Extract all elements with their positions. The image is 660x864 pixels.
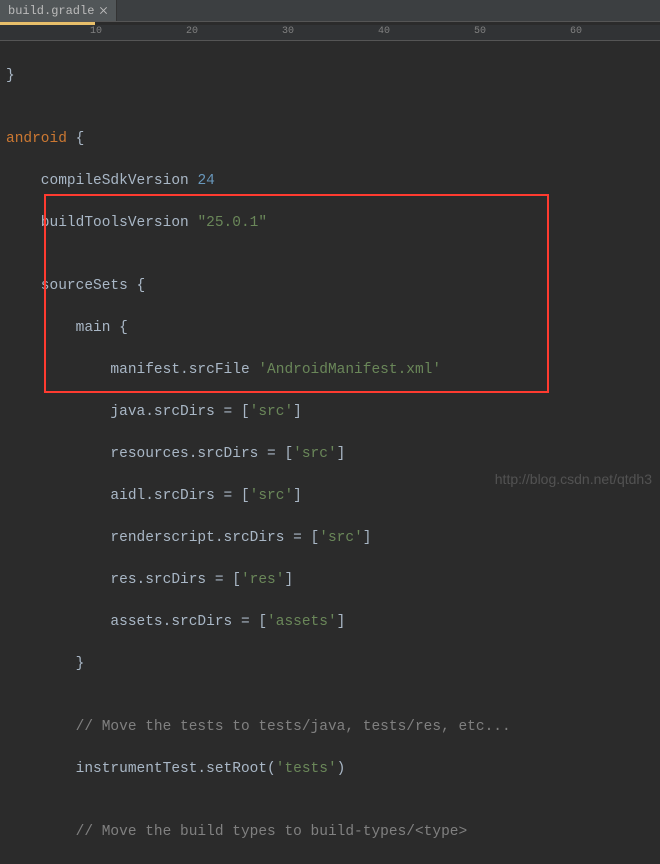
tab-filename: build.gradle: [8, 4, 94, 18]
ruler-mark: 50: [474, 26, 486, 37]
code-line: compileSdkVersion 24: [6, 171, 660, 192]
code-line: instrumentTest.setRoot('tests'): [6, 759, 660, 780]
ruler-mark: 60: [570, 26, 582, 37]
ruler-mark: 20: [186, 26, 198, 37]
file-tab[interactable]: build.gradle: [0, 0, 117, 21]
code-line: aidl.srcDirs = ['src']: [6, 486, 660, 507]
code-line: main {: [6, 318, 660, 339]
code-line: assets.srcDirs = ['assets']: [6, 612, 660, 633]
code-line: java.srcDirs = ['src']: [6, 402, 660, 423]
code-line: }: [6, 654, 660, 675]
code-line: sourceSets {: [6, 276, 660, 297]
code-line: manifest.srcFile 'AndroidManifest.xml': [6, 360, 660, 381]
column-ruler: 10 20 30 40 50 60: [0, 25, 660, 41]
ruler-mark: 10: [90, 26, 102, 37]
close-icon[interactable]: [100, 7, 108, 15]
code-editor[interactable]: } android { compileSdkVersion 24 buildTo…: [0, 41, 660, 864]
code-line: android {: [6, 129, 660, 150]
code-line: // Move the build types to build-types/<…: [6, 822, 660, 843]
ruler-mark: 30: [282, 26, 294, 37]
code-line: renderscript.srcDirs = ['src']: [6, 528, 660, 549]
code-line: buildToolsVersion "25.0.1": [6, 213, 660, 234]
code-line: resources.srcDirs = ['src']: [6, 444, 660, 465]
code-line: res.srcDirs = ['res']: [6, 570, 660, 591]
tab-bar: build.gradle: [0, 0, 660, 22]
ruler-mark: 40: [378, 26, 390, 37]
code-line: }: [6, 66, 660, 87]
code-line: // Move the tests to tests/java, tests/r…: [6, 717, 660, 738]
